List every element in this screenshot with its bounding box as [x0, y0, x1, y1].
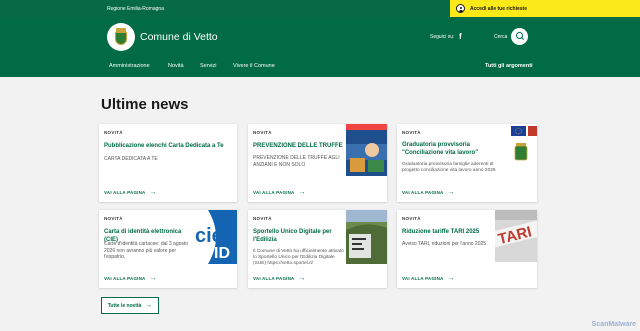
card-description: CARTA DEDICATA A TE: [104, 156, 158, 162]
arrow-right-icon: →: [447, 189, 455, 196]
arrow-right-icon: →: [298, 275, 306, 282]
nav-item-novita[interactable]: Novità: [168, 63, 184, 69]
site-name[interactable]: Comune di Vetto: [140, 31, 218, 43]
top-bar: Regione Emilia-Romagna Accedi alle tue r…: [0, 0, 640, 17]
search-button[interactable]: [511, 28, 528, 45]
news-card[interactable]: NOVITÀ Sportello Unico Digitale per l'Ed…: [248, 210, 387, 288]
all-news-button[interactable]: Tutte le novità →: [101, 297, 159, 314]
region-link[interactable]: Regione Emilia-Romagna: [107, 6, 164, 12]
section-title: Ultime news: [101, 96, 189, 113]
arrow-right-icon: →: [298, 189, 306, 196]
coat-of-arms-icon: [113, 28, 129, 46]
card-description: PREVENZIONE DELLE TRUFFE AGLI ANZIANI E …: [253, 155, 340, 168]
news-image: [503, 124, 537, 180]
login-label: Accedi alle tue richieste: [470, 5, 527, 12]
card-category: NOVITÀ: [253, 216, 272, 221]
news-card[interactable]: NOVITÀ PREVENZIONE DELLE TRUFFE PREVENZI…: [248, 124, 387, 202]
news-image: TARI: [495, 210, 537, 262]
search-label: Cerca: [494, 34, 508, 40]
news-card[interactable]: NOVITÀ Riduzione tariffe TARI 2025 Avvis…: [397, 210, 537, 288]
nav-item-amministrazione[interactable]: Amministrazione: [109, 63, 150, 69]
nav-all-topics[interactable]: Tutti gli argomenti: [485, 63, 533, 69]
read-more-link[interactable]: VAI ALLA PAGINA →: [104, 275, 157, 282]
watermark-logo: ScanMalware: [591, 321, 636, 328]
news-card[interactable]: NOVITÀ Graduatoria provvisoria "Concilia…: [397, 124, 537, 202]
read-more-link[interactable]: VAI ALLA PAGINA →: [402, 275, 455, 282]
card-description: Il Comune di Vetto ha ufficialmente atti…: [253, 249, 344, 266]
card-title[interactable]: Riduzione tariffe TARI 2025: [402, 228, 497, 236]
news-card[interactable]: NOVITÀ Carta di identità elettronica (CI…: [99, 210, 237, 288]
news-image: [346, 124, 387, 176]
card-title[interactable]: Pubblicazione elenchi Carta Dedicata a T…: [104, 142, 229, 150]
card-category: NOVITÀ: [253, 130, 272, 135]
nav-item-vivere-il-comune[interactable]: Vivere il Comune: [233, 63, 275, 69]
card-category: NOVITÀ: [402, 130, 421, 135]
card-description: Graduatoria provvisoria famiglie aderent…: [402, 162, 496, 173]
card-category: NOVITÀ: [104, 130, 123, 135]
card-category: NOVITÀ: [402, 216, 421, 221]
user-icon: [456, 4, 465, 13]
card-title[interactable]: Sportello Unico Digitale per l'Edilizia: [253, 228, 343, 244]
arrow-right-icon: →: [447, 275, 455, 282]
card-title[interactable]: Graduatoria provvisoria "Conciliazione v…: [402, 141, 497, 157]
read-more-link[interactable]: VAI ALLA PAGINA →: [253, 189, 306, 196]
card-description: Carte d'identità cartacee: dal 3 agosto …: [104, 241, 189, 260]
news-image: [346, 210, 387, 264]
read-more-link[interactable]: VAI ALLA PAGINA →: [104, 189, 157, 196]
municipality-logo[interactable]: [107, 23, 135, 51]
svg-text:cie: cie: [195, 225, 223, 247]
svg-text:ID: ID: [214, 245, 230, 262]
login-button[interactable]: Accedi alle tue richieste: [450, 0, 640, 17]
arrow-right-icon: →: [149, 275, 157, 282]
news-card[interactable]: NOVITÀ Pubblicazione elenchi Carta Dedic…: [99, 124, 237, 202]
card-description: Avviso TARI, riduzioni per l'anno 2025: [402, 241, 487, 247]
read-more-link[interactable]: VAI ALLA PAGINA →: [253, 275, 306, 282]
social-label: Seguici su:: [430, 34, 455, 40]
nav-item-servizi[interactable]: Servizi: [200, 63, 217, 69]
read-more-link[interactable]: VAI ALLA PAGINA →: [402, 189, 455, 196]
card-category: NOVITÀ: [104, 216, 123, 221]
arrow-right-icon: →: [149, 189, 157, 196]
site-header: Comune di Vetto Seguici su: f Cerca: [0, 17, 640, 77]
arrow-right-icon: →: [145, 302, 153, 309]
facebook-icon[interactable]: f: [459, 32, 462, 41]
card-title[interactable]: PREVENZIONE DELLE TRUFFE: [253, 142, 343, 150]
cie-logo: cie ID: [194, 210, 237, 264]
